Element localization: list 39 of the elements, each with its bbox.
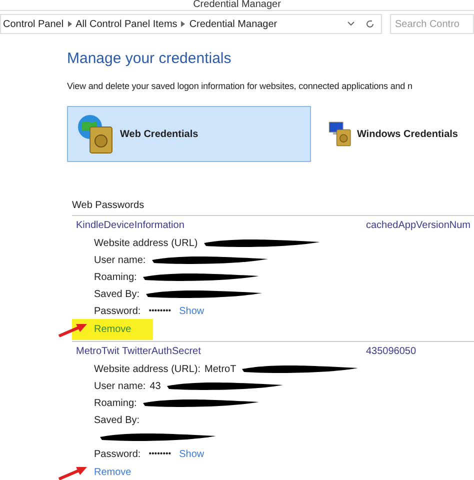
password-mask: ••••••••	[148, 305, 172, 317]
field-label: User name:	[94, 380, 146, 394]
search-field[interactable]: Search Contro	[390, 14, 474, 34]
chevron-icon	[181, 21, 186, 27]
refresh-icon[interactable]	[365, 19, 375, 29]
password-mask: ••••••••	[148, 448, 172, 460]
field-label: Roaming:	[94, 396, 137, 410]
address-bar[interactable]: Control Panel All Control Panel Items Credential Manager	[0, 14, 382, 34]
breadcrumb-item[interactable]: All Control Panel Items	[76, 16, 178, 32]
credential-type-tile[interactable]: Web Credentials	[67, 106, 311, 162]
credential-name[interactable]: KindleDeviceInformation	[76, 218, 366, 232]
page-heading: Manage your credentials	[67, 49, 232, 69]
credential-name[interactable]: MetroTwit TwitterAuthSecret	[76, 344, 366, 358]
breadcrumb-item[interactable]: Credential Manager	[189, 16, 278, 32]
field-label: Website address (URL):	[94, 362, 201, 376]
page-description: View and delete your saved logon information for websites, connected applications and n	[67, 80, 414, 93]
dropdown-icon[interactable]	[347, 21, 355, 27]
field-label: Saved By:	[94, 288, 140, 302]
tile-label: Web Credentials	[120, 128, 198, 142]
tile-label: Windows Credentials	[356, 128, 458, 142]
field-label: Saved By:	[94, 414, 140, 428]
show-link[interactable]: Show	[179, 446, 204, 462]
field-value: MetroT	[204, 362, 236, 376]
remove-link[interactable]: Remove	[72, 318, 154, 340]
field-label: Website address (URL)	[94, 236, 198, 250]
field-label: Password:	[94, 448, 141, 462]
field-label: User name:	[94, 254, 146, 268]
chevron-icon	[68, 21, 72, 27]
remove-link[interactable]: Remove	[94, 464, 132, 480]
section-title: Web Passwords	[72, 199, 146, 213]
credential-type-tile[interactable]: Windows Credentials	[319, 106, 459, 162]
credential-detail: 435096050	[366, 344, 416, 358]
show-link[interactable]: Show	[179, 304, 204, 318]
breadcrumb-item[interactable]: Control Panel	[3, 16, 64, 32]
field-label: Roaming:	[94, 270, 137, 284]
credential-detail: cachedAppVersionNum	[366, 218, 471, 232]
window-title: Credential Manager	[193, 0, 281, 10]
field-label: Password:	[94, 304, 141, 318]
field-value: 43	[150, 380, 161, 394]
